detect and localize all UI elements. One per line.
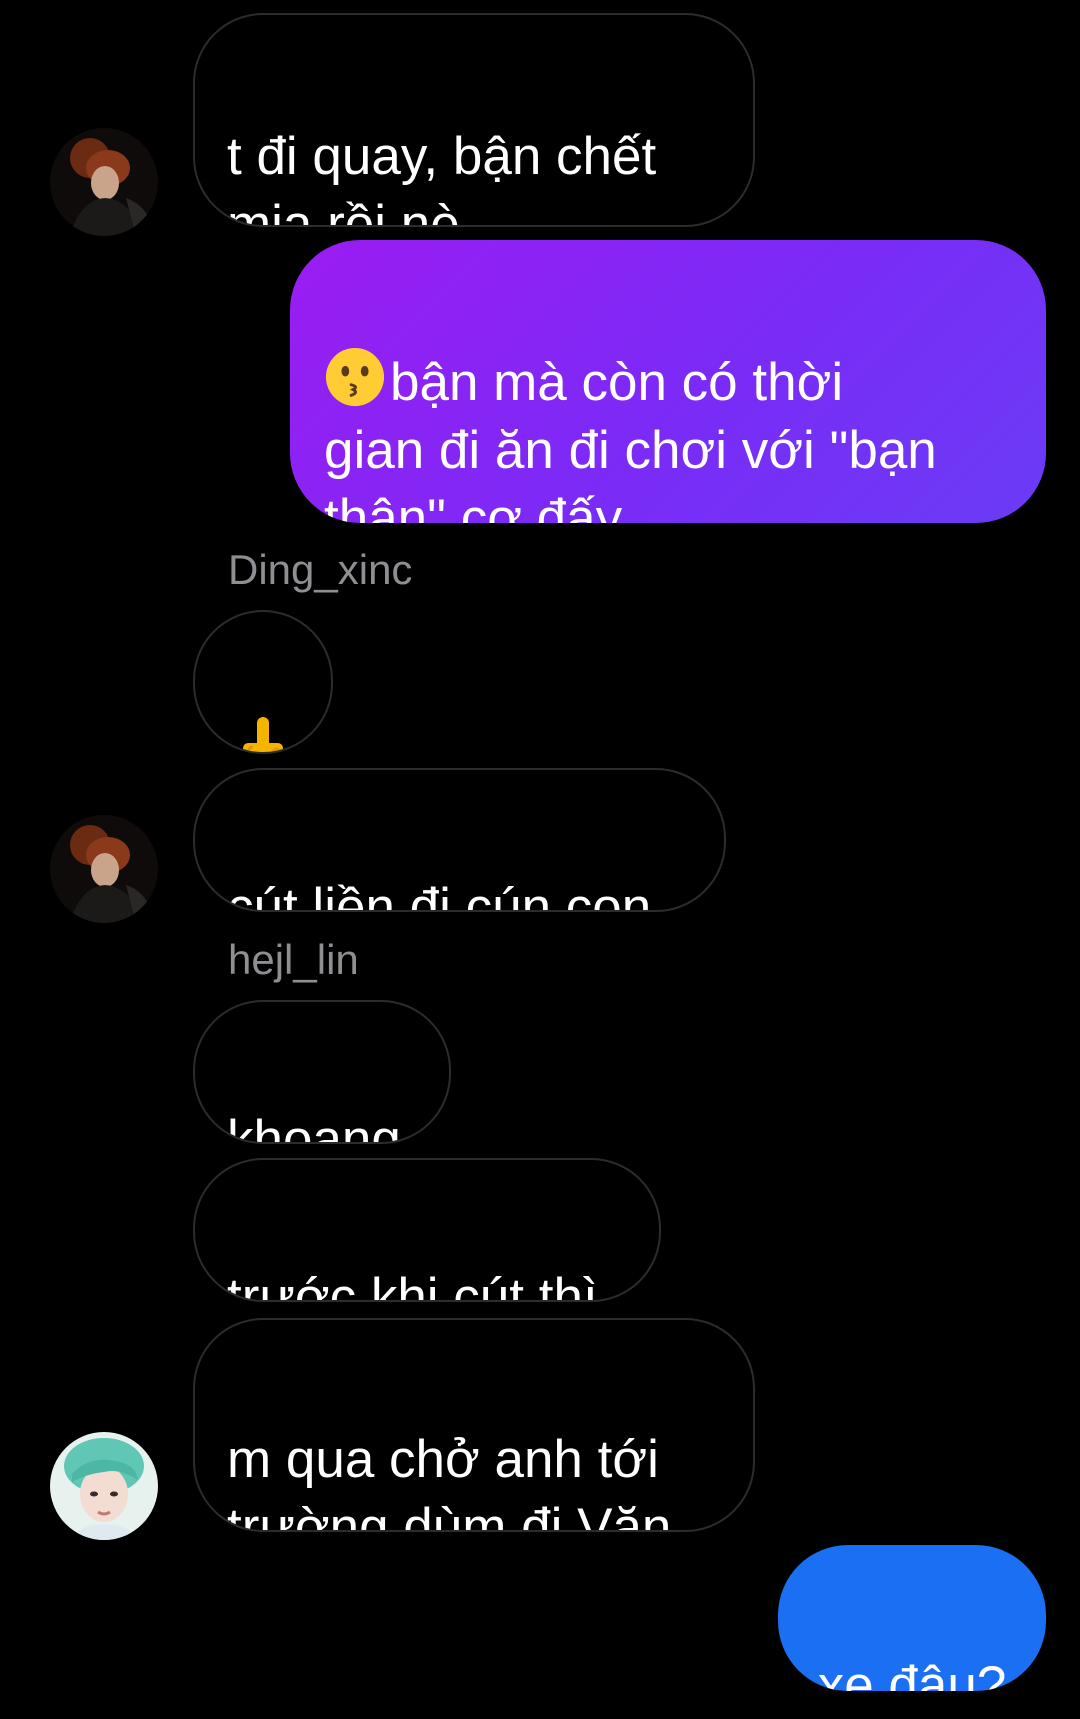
message-text: t đi quay, bận chết mịa rồi nè [227,127,657,227]
message-bubble-received[interactable]: t đi quay, bận chết mịa rồi nè [193,13,755,227]
message-text: cút liền đi cún con [227,878,652,912]
message-bubble-received[interactable]: trước khi cút thì [193,1158,661,1302]
message-bubble-received[interactable]: m qua chở anh tới trường dùm đi Văn [193,1318,755,1532]
message-bubble-received[interactable]: khoang [193,1000,451,1144]
message-bubble-received[interactable]: cút liền đi cún con [193,768,726,912]
contact-avatar[interactable] [50,1432,158,1540]
middle-finger-emoji-icon [243,717,283,752]
contact-avatar[interactable] [50,128,158,236]
message-text: xe đâu? [817,1656,1007,1691]
message-text: m qua chở anh tới trường dùm đi Văn [227,1430,672,1532]
sender-name: hejl_lin [228,936,359,983]
message-bubble-sent[interactable]: xe đâu? [778,1545,1046,1691]
contact-avatar[interactable] [50,815,158,923]
message-bubble-received[interactable] [193,610,333,754]
avatar-photo-icon [50,128,158,236]
message-text: khoang [227,1110,401,1144]
kissing-face-emoji-icon [325,347,385,407]
sender-name: Ding_xinc [228,546,413,593]
avatar-photo-icon [50,1432,158,1540]
message-text: bận mà còn có thời gian đi ăn đi chơi vớ… [324,353,937,523]
message-bubble-sent[interactable]: bận mà còn có thời gian đi ăn đi chơi vớ… [290,240,1046,523]
avatar-photo-icon [50,815,158,923]
message-text: trước khi cút thì [227,1268,598,1302]
